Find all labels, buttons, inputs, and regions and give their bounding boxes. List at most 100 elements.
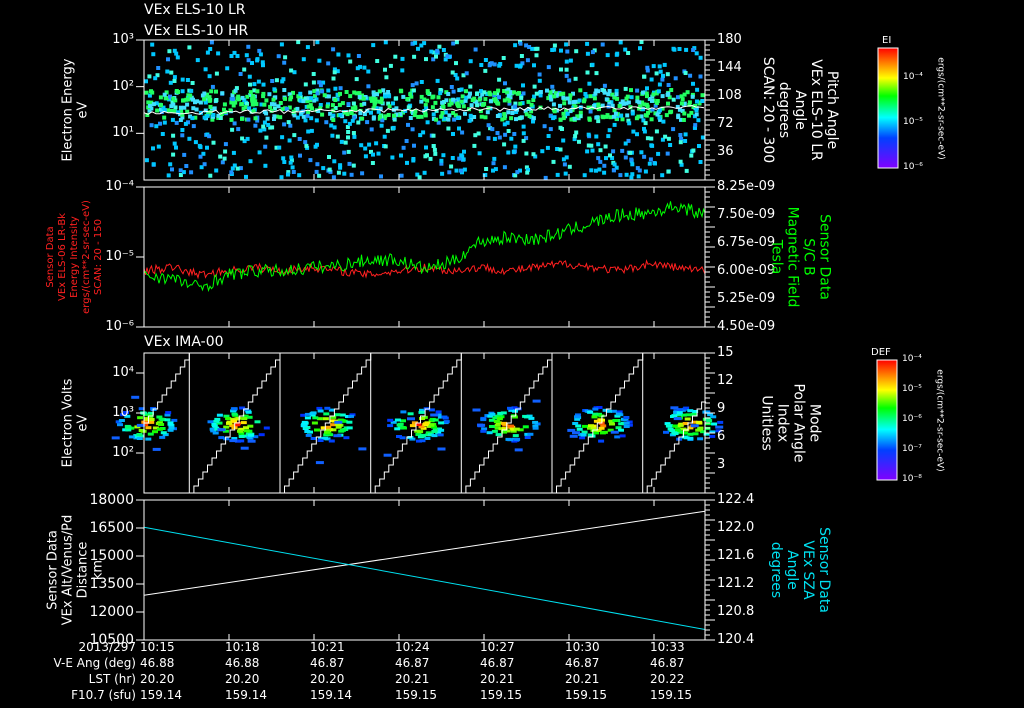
spectrogram-cell — [435, 78, 440, 83]
colorbar-tick-label: 10⁻⁶ — [903, 162, 923, 172]
spectrogram-cell — [469, 103, 474, 108]
spectrogram-cell — [603, 144, 608, 149]
spectrogram-cell — [671, 431, 678, 435]
spectrogram-cell — [331, 175, 336, 180]
spectrogram-cell — [440, 111, 445, 115]
spectrogram-cell — [396, 435, 402, 438]
spectrogram-cell — [595, 115, 600, 120]
right-tick-label: 7.50e-09 — [717, 207, 776, 222]
spectrogram-cell — [482, 90, 487, 95]
spectrogram-cell — [258, 128, 263, 133]
spectrogram-cell — [489, 425, 495, 428]
spectrogram-cell — [604, 114, 609, 119]
spectrogram-cell — [164, 418, 171, 422]
spectrogram-cell — [303, 82, 308, 87]
spectrogram-cell — [376, 151, 381, 156]
spectrogram-cell — [497, 63, 502, 68]
spectrogram-cell — [649, 117, 654, 122]
ephemeris-value: 20.20 — [310, 672, 345, 686]
spectrogram-cell — [270, 125, 275, 130]
spectrogram-cell — [493, 91, 497, 96]
spectrogram-cell — [671, 127, 676, 132]
spectrogram-cell — [488, 92, 493, 97]
spectrogram-cell — [574, 130, 579, 135]
spectrogram-cell — [156, 66, 161, 70]
spectrogram-cell — [387, 94, 392, 99]
ephemeris-value: 159.15 — [480, 688, 522, 702]
spectrogram-cell — [673, 76, 678, 81]
spectrogram-cell — [506, 93, 511, 98]
spectrogram-cell — [461, 157, 466, 162]
spectrogram-cell — [231, 407, 238, 411]
y-tick-label: 10¹ — [112, 125, 134, 141]
right-tick-label: 6.75e-09 — [717, 235, 776, 250]
spectrogram-cell — [558, 103, 562, 108]
spectrogram-cell — [661, 73, 665, 78]
spectrogram-cell — [493, 167, 498, 172]
spectrogram-cell — [366, 84, 371, 89]
spectrogram-cell — [264, 98, 269, 103]
spectrogram-cell — [425, 90, 430, 95]
spectrogram-cell — [282, 122, 287, 127]
spectrogram-cell — [362, 65, 367, 70]
spectrogram-cell — [320, 89, 325, 94]
spectrogram-cell — [625, 113, 630, 118]
y-tick-label: 10³ — [112, 405, 134, 420]
spectrogram-cell — [451, 132, 455, 136]
right-axis-label: Sensor Data S/C B Magnetic Field Tesla — [767, 206, 832, 308]
spectrogram-cell — [158, 121, 162, 126]
spectrogram-cell — [240, 421, 247, 425]
spectrogram-cell — [429, 49, 434, 54]
spectrogram-cell — [561, 95, 566, 100]
spectrogram-cell — [651, 64, 656, 69]
spectrogram-cell — [367, 142, 372, 147]
right-tick-label: 12 — [717, 373, 734, 388]
spectrogram-cell — [166, 173, 171, 178]
time-tick-label: 10:15 — [140, 640, 175, 654]
spectrogram-cell — [216, 413, 223, 417]
spectrogram-cell — [664, 113, 669, 118]
spectrogram-cell — [459, 87, 464, 92]
spectrogram-cell — [491, 161, 496, 166]
spectrogram-cell — [654, 71, 659, 76]
spectrogram-cell — [487, 63, 492, 68]
spectrogram-cell — [653, 161, 657, 166]
spectrogram-cell — [423, 154, 428, 159]
spectrogram-cell — [359, 143, 364, 148]
spectrogram-cell — [521, 83, 525, 88]
spectrogram-cell — [347, 161, 352, 166]
spectrogram-cell — [578, 110, 583, 115]
spectrogram-cell — [483, 97, 488, 102]
spectrogram-cell — [239, 102, 244, 107]
spectrogram-cell — [618, 428, 624, 432]
spectrogram-cell — [378, 114, 382, 119]
spectrogram-cell — [241, 417, 248, 421]
spectrogram-cell — [180, 77, 185, 82]
series-line-magnetic-field — [143, 201, 706, 293]
spectrogram-cell — [483, 115, 488, 120]
spectrogram-cell — [618, 40, 623, 45]
spectrogram-cell — [117, 423, 123, 427]
spectrogram-cell — [717, 420, 724, 424]
spectrogram-cell — [175, 55, 180, 60]
spectrogram-cell — [538, 90, 543, 94]
ephemeris-row-label: V-E Ang (deg) — [53, 656, 136, 670]
spectrogram-cell — [280, 79, 285, 84]
spectrogram-cell — [162, 115, 167, 120]
spectrogram-cell — [223, 437, 230, 441]
spectrogram-cell — [574, 415, 580, 419]
spectrogram-cell — [666, 101, 670, 106]
spectrogram-cell — [573, 76, 578, 81]
spectrogram-cell — [322, 417, 329, 421]
spectrogram-cell — [627, 121, 632, 126]
spectrogram-cell — [683, 406, 690, 410]
spectrogram-cell — [303, 118, 308, 123]
spectrogram-cell — [431, 430, 438, 433]
spectrogram-cell — [569, 434, 578, 438]
spectrogram-cell — [217, 428, 226, 432]
spectrogram-cell — [438, 421, 445, 425]
spectrogram-cell — [331, 47, 336, 52]
spectrogram-cell — [261, 124, 266, 129]
spectrogram-cell — [514, 448, 523, 452]
spectrogram-cell — [339, 139, 344, 144]
